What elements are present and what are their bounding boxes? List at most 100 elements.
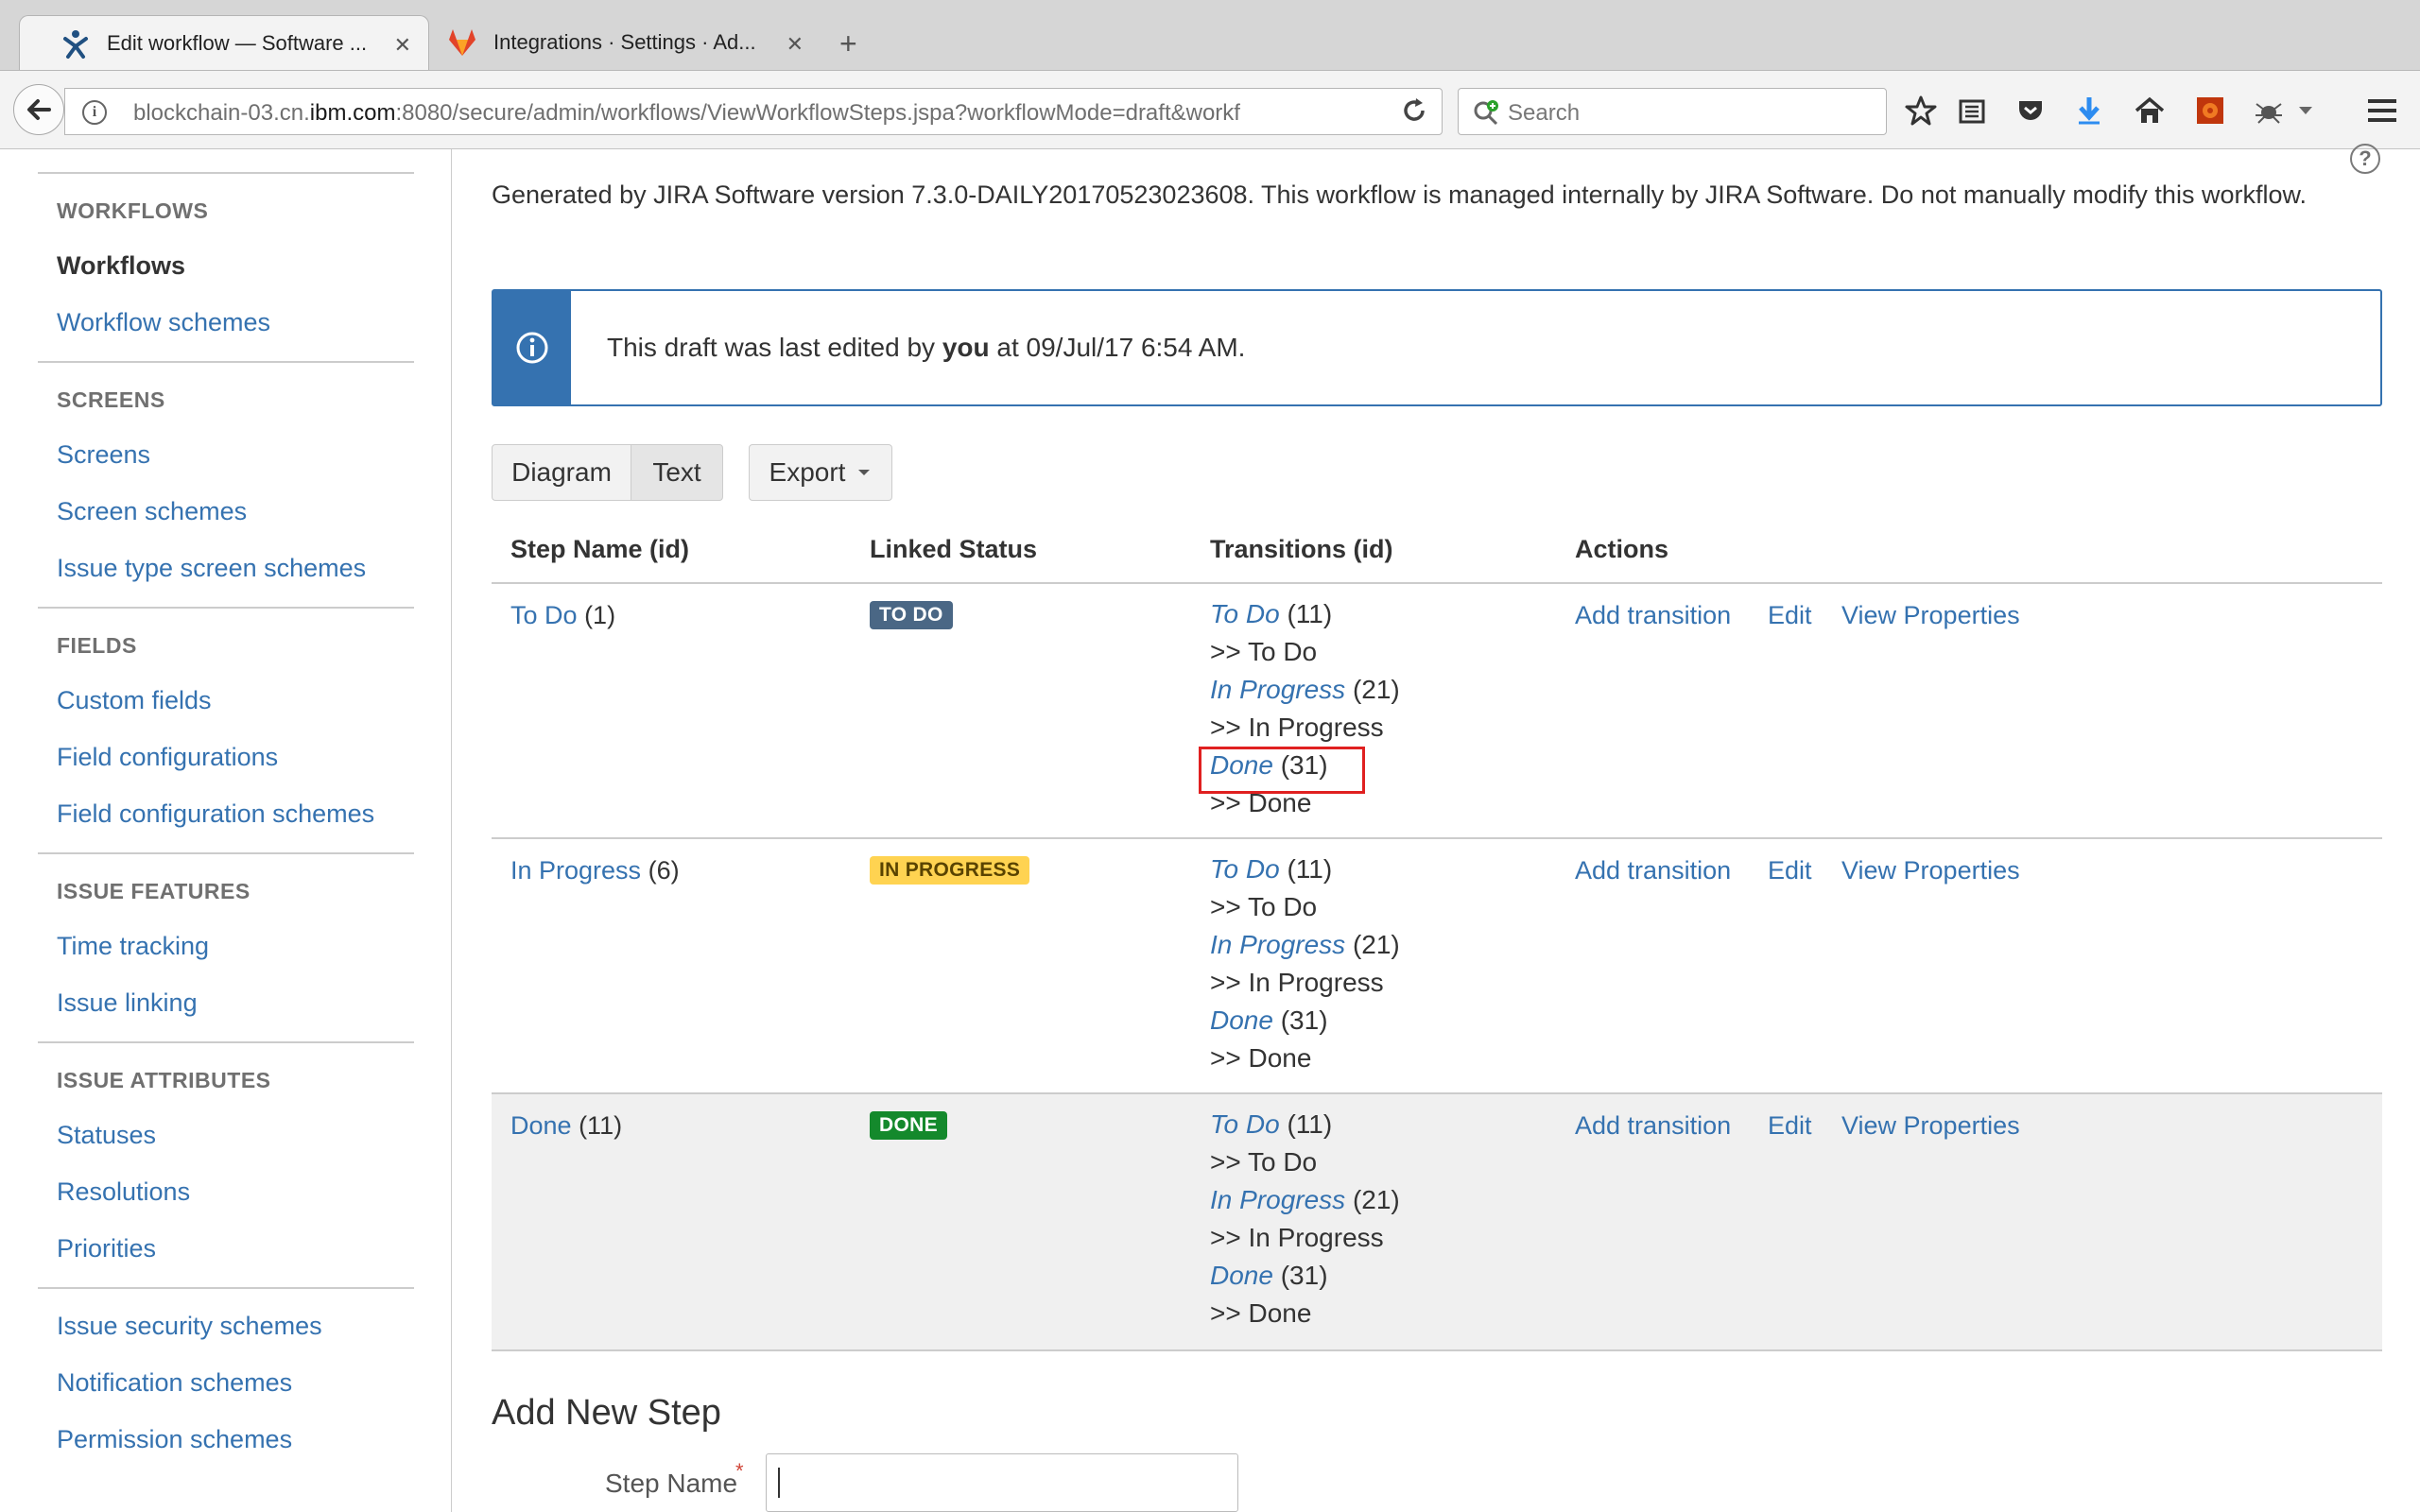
edit-step-link[interactable]: Edit bbox=[1768, 1111, 1812, 1141]
reload-icon[interactable] bbox=[1400, 96, 1428, 125]
required-marker: * bbox=[735, 1459, 744, 1483]
menu-icon[interactable] bbox=[2363, 92, 2401, 129]
info-bar bbox=[493, 291, 571, 404]
step-name: In Progress (6) bbox=[510, 856, 680, 885]
view-properties-link[interactable]: View Properties bbox=[1841, 601, 2020, 630]
transitions-list: To Do (11) >> To Do In Progress (21) >> … bbox=[1210, 1106, 1400, 1332]
text-view-button[interactable]: Text bbox=[631, 444, 723, 501]
draft-editor-user: you bbox=[942, 333, 990, 362]
new-tab-button[interactable]: + bbox=[839, 28, 857, 59]
url-text[interactable]: blockchain-03.cn.ibm.com:8080/secure/adm… bbox=[133, 100, 1381, 127]
sidebar-item-screens[interactable]: Screens bbox=[57, 440, 150, 470]
sidebar-heading-workflows: WORKFLOWS bbox=[57, 198, 209, 223]
add-new-step-heading: Add New Step bbox=[492, 1393, 721, 1433]
info-icon bbox=[516, 332, 548, 364]
column-actions: Actions bbox=[1575, 535, 1669, 563]
sidebar-item-screen-schemes[interactable]: Screen schemes bbox=[57, 497, 247, 526]
transition-target: >> In Progress bbox=[1210, 1223, 1384, 1252]
sidebar-divider bbox=[38, 361, 414, 363]
chevron-down-icon bbox=[858, 470, 871, 475]
diagram-view-button[interactable]: Diagram bbox=[492, 444, 631, 501]
sidebar-heading-issue-features: ISSUE FEATURES bbox=[57, 879, 251, 903]
add-transition-link[interactable]: Add transition bbox=[1575, 601, 1731, 630]
sidebar-item-resolutions[interactable]: Resolutions bbox=[57, 1177, 190, 1207]
steps-table-header: Step Name (id) Linked Status Transitions… bbox=[492, 529, 2382, 584]
search-icon bbox=[1474, 100, 1498, 126]
step-name-input[interactable] bbox=[766, 1453, 1238, 1512]
chevron-down-icon[interactable] bbox=[2291, 92, 2320, 129]
step-link[interactable]: To Do bbox=[510, 601, 578, 629]
transition-target: >> To Do bbox=[1210, 1147, 1318, 1177]
address-bar[interactable]: i blockchain-03.cn.ibm.com:8080/secure/a… bbox=[64, 88, 1443, 135]
step-link[interactable]: In Progress bbox=[510, 856, 641, 885]
jira-icon bbox=[63, 29, 88, 59]
sidebar-item-issue-type-screen-schemes[interactable]: Issue type screen schemes bbox=[57, 554, 366, 583]
sidebar-item-issue-security-schemes[interactable]: Issue security schemes bbox=[57, 1312, 322, 1341]
home-icon[interactable] bbox=[2131, 92, 2169, 129]
sidebar-divider bbox=[38, 852, 414, 854]
sidebar-item-field-configuration-schemes[interactable]: Field configuration schemes bbox=[57, 799, 374, 829]
draft-info-text: This draft was last edited by you at 09/… bbox=[607, 333, 1246, 362]
browser-tab-strip: Edit workflow — Software ... ✕ Integrati… bbox=[0, 0, 2420, 71]
sidebar-item-priorities[interactable]: Priorities bbox=[57, 1234, 156, 1263]
help-icon[interactable]: ? bbox=[2350, 144, 2380, 174]
close-tab-icon[interactable]: ✕ bbox=[786, 32, 804, 57]
sidebar-item-workflow-schemes[interactable]: Workflow schemes bbox=[57, 308, 270, 337]
edit-step-link[interactable]: Edit bbox=[1768, 856, 1812, 885]
draft-info-message: This draft was last edited by you at 09/… bbox=[492, 289, 2382, 406]
reading-list-icon[interactable] bbox=[1953, 92, 1991, 129]
transition-target: >> Done bbox=[1210, 1298, 1312, 1328]
add-transition-link[interactable]: Add transition bbox=[1575, 1111, 1731, 1141]
addon-icon[interactable] bbox=[2191, 92, 2229, 129]
step-name: Done (11) bbox=[510, 1111, 623, 1140]
transition-link[interactable]: In Progress bbox=[1210, 675, 1345, 704]
transition-target: >> To Do bbox=[1210, 637, 1318, 666]
bookmark-star-icon[interactable] bbox=[1902, 92, 1940, 129]
transition-link[interactable]: To Do bbox=[1210, 1109, 1280, 1139]
site-info-icon[interactable]: i bbox=[82, 100, 107, 125]
transition-link[interactable]: To Do bbox=[1210, 599, 1280, 628]
admin-sidebar: WORKFLOWS Workflows Workflow schemes SCR… bbox=[0, 149, 452, 1512]
back-button[interactable] bbox=[13, 84, 64, 135]
sidebar-item-issue-linking[interactable]: Issue linking bbox=[57, 988, 198, 1018]
sidebar-item-custom-fields[interactable]: Custom fields bbox=[57, 686, 212, 715]
export-dropdown-button[interactable]: Export bbox=[749, 444, 892, 501]
view-properties-link[interactable]: View Properties bbox=[1841, 856, 2020, 885]
transition-link[interactable]: Done bbox=[1210, 1005, 1273, 1035]
tab-edit-workflow[interactable]: Edit workflow — Software ... ✕ bbox=[19, 15, 429, 70]
sidebar-divider bbox=[38, 1041, 414, 1043]
status-lozenge-todo: TO DO bbox=[870, 601, 953, 629]
step-link[interactable]: Done bbox=[510, 1111, 572, 1140]
transition-link[interactable]: Done bbox=[1210, 1261, 1273, 1290]
sidebar-divider bbox=[38, 1287, 414, 1289]
bug-icon[interactable] bbox=[2250, 92, 2288, 129]
pocket-icon[interactable] bbox=[2012, 92, 2049, 129]
sidebar-item-time-tracking[interactable]: Time tracking bbox=[57, 932, 209, 961]
transition-target: >> To Do bbox=[1210, 892, 1318, 921]
sidebar-item-field-configurations[interactable]: Field configurations bbox=[57, 743, 278, 772]
close-tab-icon[interactable]: ✕ bbox=[394, 33, 411, 58]
sidebar-item-workflows[interactable]: Workflows bbox=[57, 251, 185, 281]
transition-link[interactable]: In Progress bbox=[1210, 930, 1345, 959]
tab-integrations[interactable]: Integrations · Settings · Ad... ✕ bbox=[431, 15, 821, 70]
gitlab-icon bbox=[449, 29, 475, 56]
export-label: Export bbox=[769, 457, 846, 487]
sidebar-item-statuses[interactable]: Statuses bbox=[57, 1121, 156, 1150]
sidebar-item-notification-schemes[interactable]: Notification schemes bbox=[57, 1368, 292, 1398]
transition-target: >> Done bbox=[1210, 1043, 1312, 1073]
transition-link[interactable]: In Progress bbox=[1210, 1185, 1345, 1214]
workflow-generated-notice: Generated by JIRA Software version 7.3.0… bbox=[492, 180, 2307, 209]
sidebar-divider bbox=[38, 607, 414, 609]
step-name: To Do (1) bbox=[510, 601, 616, 629]
download-icon[interactable] bbox=[2070, 92, 2108, 129]
browser-toolbar: i blockchain-03.cn.ibm.com:8080/secure/a… bbox=[0, 71, 2420, 149]
add-transition-link[interactable]: Add transition bbox=[1575, 856, 1731, 885]
column-linked-status: Linked Status bbox=[870, 535, 1038, 563]
view-properties-link[interactable]: View Properties bbox=[1841, 1111, 2020, 1141]
highlight-box bbox=[1199, 747, 1365, 794]
search-box[interactable]: Search bbox=[1458, 88, 1887, 135]
edit-step-link[interactable]: Edit bbox=[1768, 601, 1812, 630]
sidebar-item-permission-schemes[interactable]: Permission schemes bbox=[57, 1425, 292, 1454]
transition-link[interactable]: To Do bbox=[1210, 854, 1280, 884]
sidebar-heading-screens: SCREENS bbox=[57, 387, 165, 412]
